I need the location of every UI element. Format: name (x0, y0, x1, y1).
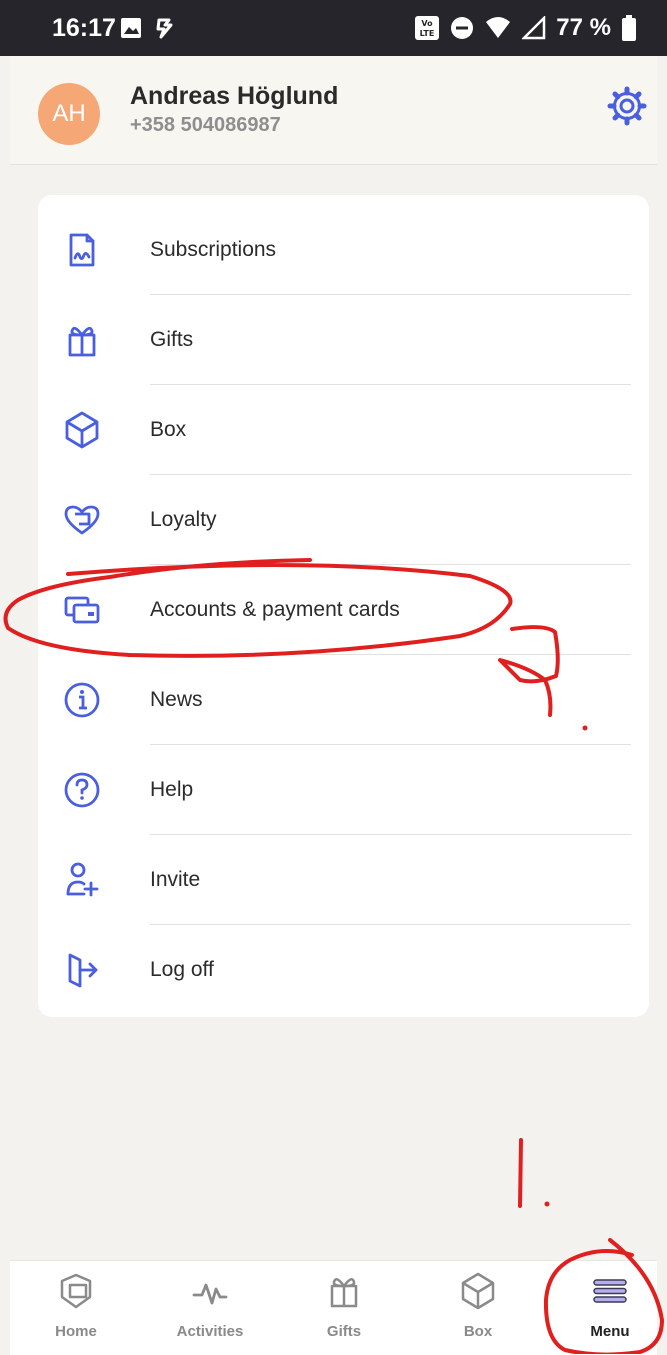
menu-item-label: Log off (150, 958, 214, 981)
gift-icon (68, 326, 96, 357)
box-icon (65, 411, 99, 449)
menu-panel: AH Andreas Höglund +358 504086987 Subscr… (10, 56, 657, 1355)
profile-header: AH Andreas Höglund +358 504086987 (10, 56, 657, 165)
invite-user-icon (66, 862, 99, 897)
menu-item-news[interactable]: News (38, 655, 649, 745)
menu-item-invite[interactable]: Invite (38, 835, 649, 925)
help-icon (64, 772, 100, 808)
status-bar: 16:17 Vo LTE 77 % (0, 0, 667, 56)
user-name: Andreas Höglund (130, 82, 339, 110)
loyalty-heart-icon (64, 505, 100, 535)
menu-item-label: Subscriptions (150, 238, 277, 261)
menu-item-label: News (150, 688, 203, 711)
nav-label: Home (55, 1323, 97, 1340)
nav-activities[interactable]: Activities (150, 1261, 270, 1355)
status-indicators: Vo LTE 77 % (414, 13, 637, 43)
menu-item-label: Gifts (150, 328, 194, 351)
menu-icon (593, 1279, 627, 1303)
menu-item-help[interactable]: Help (38, 745, 649, 835)
battery-percent: 77 % (556, 14, 611, 41)
info-icon (64, 682, 100, 718)
log-off-icon (68, 953, 98, 988)
avatar[interactable]: AH (38, 83, 100, 145)
menu-item-loyalty[interactable]: Loyalty (38, 475, 649, 565)
menu-item-log-off[interactable]: Log off (38, 925, 649, 1015)
menu-item-label: Loyalty (150, 508, 217, 531)
nav-box[interactable]: Box (418, 1261, 538, 1355)
user-phone: +358 504086987 (130, 114, 281, 136)
notification-icons (121, 18, 173, 39)
bottom-navigation: Home Activities Gifts Box Menu (10, 1260, 657, 1355)
subscriptions-icon (69, 233, 95, 267)
nav-label: Box (463, 1323, 493, 1340)
menu-item-accounts-payment-cards[interactable]: Accounts & payment cards (38, 565, 649, 655)
nav-label: Gifts (326, 1323, 362, 1340)
nav-menu[interactable]: Menu (550, 1261, 667, 1355)
nav-label: Menu (590, 1323, 630, 1340)
signal-icon (522, 16, 546, 40)
menu-item-label: Invite (150, 868, 201, 891)
nav-home[interactable]: Home (16, 1261, 136, 1355)
battery-icon (622, 15, 636, 41)
menu-item-label: Help (150, 778, 194, 801)
menu-item-subscriptions[interactable]: Subscriptions (38, 205, 649, 295)
settings-gear-icon[interactable] (607, 86, 647, 126)
svg-text:LTE: LTE (420, 29, 435, 38)
svg-text:Vo: Vo (422, 19, 434, 28)
menu-list: Subscriptions Gifts Box Loyalty Accounts… (38, 195, 649, 1017)
gift-icon (330, 1278, 358, 1308)
home-icon (60, 1273, 92, 1309)
do-not-disturb-icon (451, 17, 474, 39)
nav-gifts[interactable]: Gifts (284, 1261, 404, 1355)
volte-icon: Vo LTE (415, 16, 440, 40)
nav-label: Activities (176, 1323, 244, 1340)
cards-icon (64, 596, 100, 624)
menu-item-gifts[interactable]: Gifts (38, 295, 649, 385)
activity-icon (192, 1283, 228, 1305)
menu-item-box[interactable]: Box (38, 385, 649, 475)
status-time: 16:17 (52, 14, 116, 42)
wifi-icon (486, 17, 511, 38)
menu-item-label: Accounts & payment cards (150, 598, 400, 621)
box-icon (461, 1272, 495, 1310)
menu-item-label: Box (150, 418, 187, 441)
